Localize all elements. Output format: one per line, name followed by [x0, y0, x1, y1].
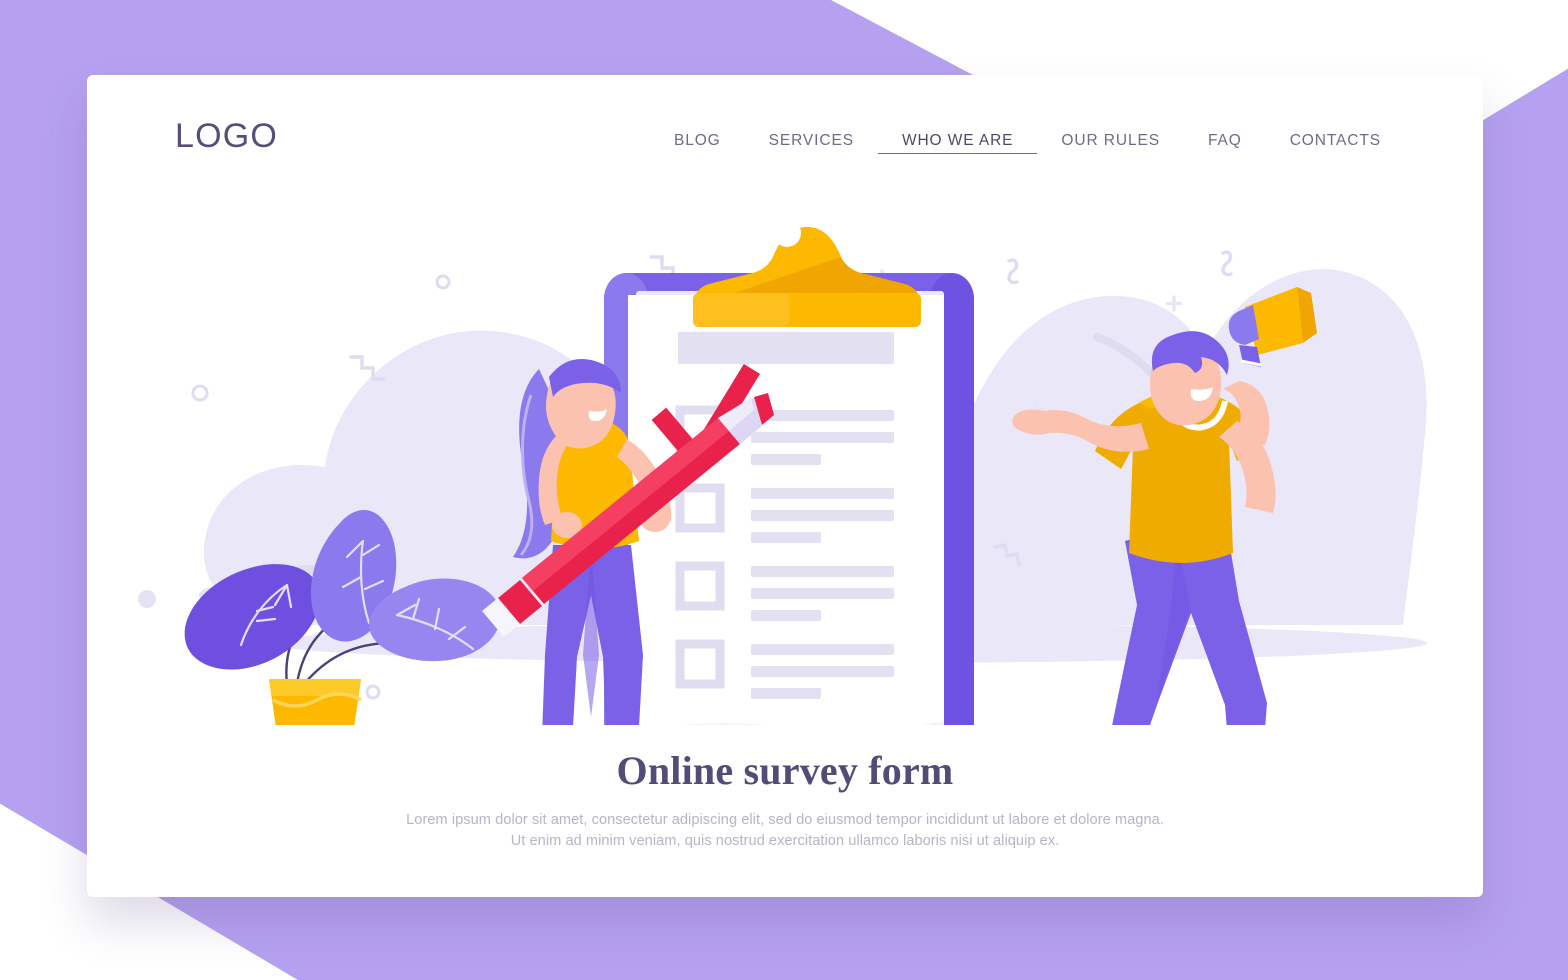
page-title: Online survey form — [616, 748, 954, 793]
form-title-block — [678, 332, 894, 364]
circle-outline-icon — [365, 684, 381, 700]
logo[interactable]: LOGO — [175, 117, 278, 156]
form-line — [751, 488, 894, 499]
circle-outline-icon — [435, 274, 451, 290]
plus-icon — [1165, 295, 1183, 312]
main-navigation: BLOG SERVICES WHO WE ARE OUR RULES FAQ C… — [650, 129, 1405, 154]
form-line — [751, 666, 894, 677]
clip-hole — [773, 219, 801, 247]
dot-icon — [138, 590, 156, 608]
form-line — [751, 510, 894, 521]
landing-page-card: LOGO BLOG SERVICES WHO WE ARE OUR RULES … — [87, 75, 1483, 897]
hero-paragraph-line-1: Lorem ipsum dolor sit amet, consectetur … — [406, 812, 1164, 828]
form-line — [751, 588, 894, 599]
plant-leaf — [184, 564, 321, 670]
form-line-short — [751, 688, 821, 699]
nav-item-who-we-are[interactable]: WHO WE ARE — [877, 129, 1038, 154]
circle-outline-icon — [191, 384, 209, 402]
page-root: LOGO BLOG SERVICES WHO WE ARE OUR RULES … — [0, 0, 1568, 980]
zigzag-icon — [1221, 250, 1233, 277]
hero-illustration-svg — [138, 219, 1427, 725]
form-line — [751, 566, 894, 577]
form-line-short — [751, 610, 821, 621]
zigzag-icon — [1007, 258, 1019, 285]
nav-item-faq[interactable]: FAQ — [1184, 129, 1266, 154]
hero-copy: Online survey form Lorem ipsum dolor sit… — [87, 747, 1483, 852]
form-line-short — [751, 532, 821, 543]
nav-item-services[interactable]: SERVICES — [745, 129, 878, 154]
form-line — [751, 644, 894, 655]
hero-paragraph-line-2: Ut enim ad minim veniam, quis nostrud ex… — [510, 833, 1060, 850]
nav-item-contacts[interactable]: CONTACTS — [1266, 129, 1405, 154]
hero-illustration — [87, 195, 1483, 725]
form-line — [751, 432, 894, 443]
nav-item-blog[interactable]: BLOG — [650, 129, 745, 154]
form-line-short — [751, 454, 821, 465]
nav-item-our-rules[interactable]: OUR RULES — [1037, 129, 1184, 154]
